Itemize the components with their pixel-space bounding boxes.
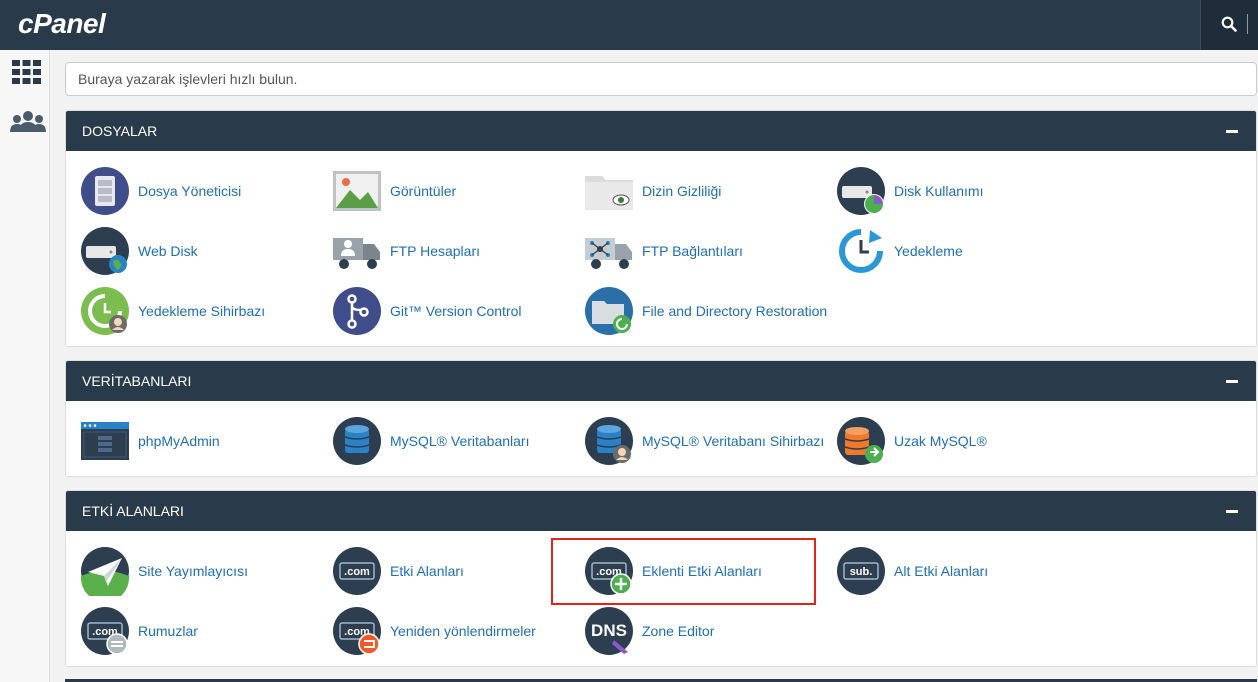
item-git-version-control[interactable]: Git™ Version Control: [332, 286, 522, 336]
databases-panel: VERİTABANLARI phpMyAdmin MySQL® Veritaba…: [65, 360, 1257, 477]
highlight-box: [551, 538, 816, 605]
panel-title: DOSYALAR: [82, 123, 158, 139]
item-label: Git™ Version Control: [390, 303, 522, 319]
panel-title: VERİTABANLARI: [82, 373, 192, 389]
image-icon: [332, 166, 382, 216]
folder-restore-icon: [584, 286, 634, 336]
quick-search-input[interactable]: [65, 62, 1257, 96]
databases-panel-header[interactable]: VERİTABANLARI: [66, 361, 1256, 401]
item-label: MySQL® Veritabanı Sihirbazı: [642, 433, 825, 449]
item-domains[interactable]: .com Etki Alanları: [332, 546, 464, 596]
item-label: Site Yayımlayıcısı: [138, 563, 248, 579]
remote-database-icon: [836, 416, 886, 466]
dns-icon: DNS: [584, 606, 634, 656]
database-wizard-icon: [584, 416, 634, 466]
sidebar: [0, 50, 50, 682]
item-label: Yedekleme Sihirbazı: [138, 303, 266, 319]
dns-text: DNS: [591, 621, 627, 640]
collapse-icon[interactable]: [1226, 510, 1238, 513]
backup-wizard-icon: [80, 286, 130, 336]
panel-title: ETKİ ALANLARI: [82, 503, 184, 519]
item-disk-usage[interactable]: Disk Kullanımı: [836, 166, 983, 216]
item-ftp-connections[interactable]: FTP Bağlantıları: [584, 226, 743, 276]
users-icon[interactable]: [10, 110, 46, 139]
cpanel-logo[interactable]: cPanel: [18, 8, 106, 40]
item-label: Yeniden yönlendirmeler: [390, 623, 536, 639]
item-aliases[interactable]: .com Rumuzlar: [80, 606, 198, 656]
item-label: FTP Hesapları: [390, 243, 480, 259]
item-remote-mysql[interactable]: Uzak MySQL®: [836, 416, 987, 466]
files-panel: DOSYALAR Dosya Yöneticisi Görüntüler Diz…: [65, 110, 1257, 347]
dot-com-icon: .com: [332, 546, 382, 596]
item-label: Disk Kullanımı: [894, 183, 984, 199]
disk-usage-icon: [836, 166, 886, 216]
item-label: FTP Bağlantıları: [642, 243, 743, 259]
collapse-icon[interactable]: [1226, 380, 1238, 383]
dot-com-text: .com: [344, 566, 370, 578]
ftp-truck-network-icon: [584, 226, 634, 276]
item-ftp-accounts[interactable]: FTP Hesapları: [332, 226, 480, 276]
item-backup[interactable]: Yedekleme: [836, 226, 963, 276]
top-bar: cPanel: [0, 0, 1258, 50]
subdomain-icon: sub.: [836, 546, 886, 596]
item-web-disk[interactable]: Web Disk: [80, 226, 198, 276]
item-subdomains[interactable]: sub. Alt Etki Alanları: [836, 546, 988, 596]
paper-plane-icon: [80, 546, 130, 602]
item-directory-privacy[interactable]: Dizin Gizliliği: [584, 166, 721, 216]
dot-com-redirect-icon: .com: [332, 606, 382, 656]
phpmyadmin-icon: [80, 416, 130, 466]
item-redirects[interactable]: .com Yeniden yönlendirmeler: [332, 606, 536, 656]
item-backup-wizard[interactable]: Yedekleme Sihirbazı: [80, 286, 265, 336]
item-label: Görüntüler: [390, 183, 457, 199]
top-search-button[interactable]: [1200, 0, 1258, 50]
dot-com-alias-icon: .com: [80, 606, 130, 656]
item-label: Alt Etki Alanları: [894, 563, 989, 579]
sub-text: sub.: [850, 566, 873, 578]
item-label: MySQL® Veritabanları: [390, 433, 530, 449]
folder-eye-icon: [584, 166, 634, 216]
item-label: Uzak MySQL®: [894, 433, 987, 449]
item-label: File and Directory Restoration: [642, 303, 828, 319]
item-file-manager[interactable]: Dosya Yöneticisi: [80, 166, 241, 216]
item-label: Web Disk: [138, 243, 198, 259]
git-icon: [332, 286, 382, 336]
ftp-truck-user-icon: [332, 226, 382, 276]
text-cursor: [1247, 14, 1248, 34]
backup-icon: [836, 226, 886, 276]
search-icon: [1221, 16, 1237, 32]
item-zone-editor[interactable]: DNS Zone Editor: [584, 606, 714, 656]
item-label: Yedekleme: [894, 243, 963, 259]
item-images[interactable]: Görüntüler: [332, 166, 456, 216]
web-disk-icon: [80, 226, 130, 276]
files-panel-header[interactable]: DOSYALAR: [66, 111, 1256, 151]
item-label: Rumuzlar: [138, 623, 198, 639]
item-phpmyadmin[interactable]: phpMyAdmin: [80, 416, 220, 466]
item-site-publisher[interactable]: Site Yayımlayıcısı: [80, 546, 248, 602]
item-label: phpMyAdmin: [138, 433, 220, 449]
database-icon: [332, 416, 382, 466]
item-label: Etki Alanları: [390, 563, 464, 579]
item-label: Zone Editor: [642, 623, 715, 639]
domains-panel-header[interactable]: ETKİ ALANLARI: [66, 491, 1256, 531]
file-manager-icon: [80, 166, 130, 216]
item-file-directory-restoration[interactable]: File and Directory Restoration: [584, 286, 827, 336]
item-label: Dosya Yöneticisi: [138, 183, 242, 199]
grid-icon[interactable]: [12, 60, 42, 91]
item-mysql-databases[interactable]: MySQL® Veritabanları: [332, 416, 530, 466]
item-mysql-database-wizard[interactable]: MySQL® Veritabanı Sihirbazı: [584, 416, 824, 466]
collapse-icon[interactable]: [1226, 130, 1238, 133]
item-label: Dizin Gizliliği: [642, 183, 722, 199]
